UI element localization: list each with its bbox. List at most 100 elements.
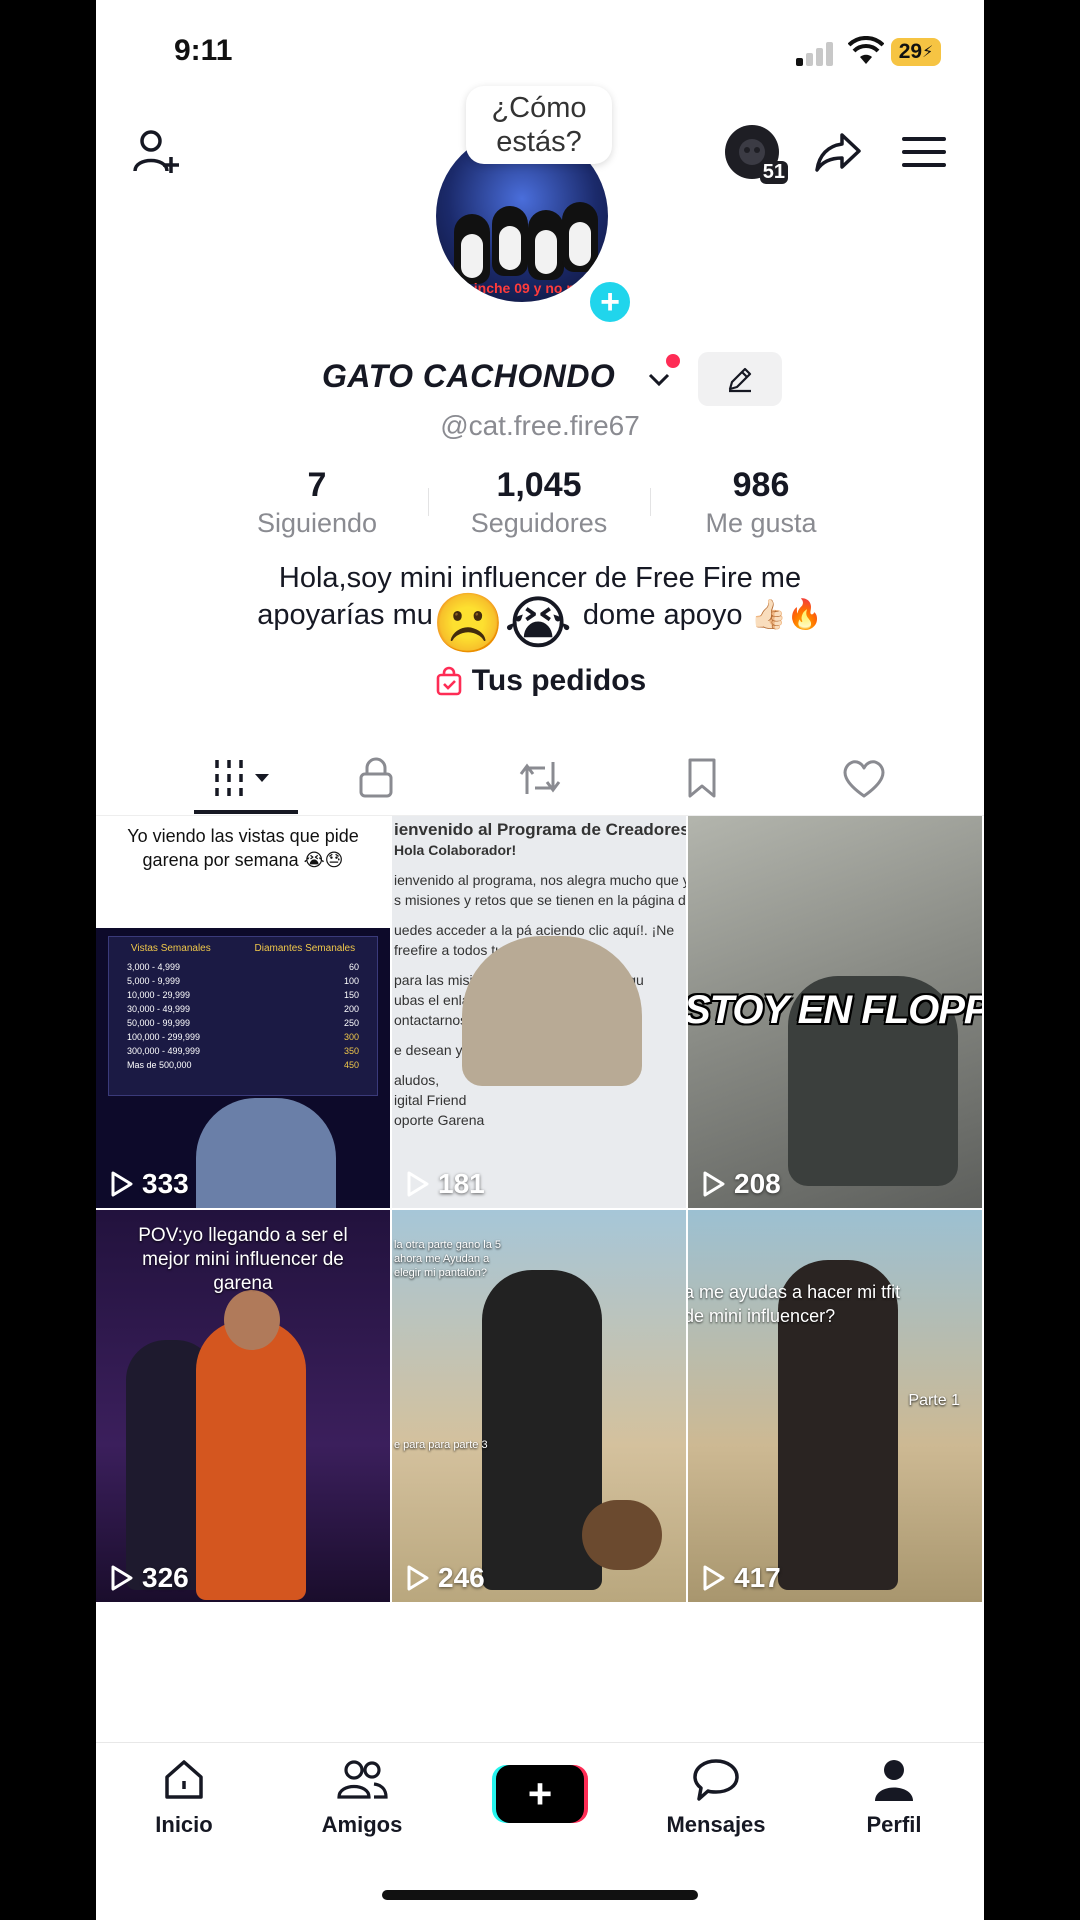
active-tab-indicator <box>194 810 298 814</box>
video-caption: la otra parte gano la 5 ahora me Ayudan … <box>394 1239 502 1279</box>
table-row: 3,000 - 4,999 60 <box>127 960 359 974</box>
table-cell: 350 <box>343 1046 359 1056</box>
overlay-letter: W <box>96 521 125 584</box>
visitors-count: 51 <box>759 161 788 184</box>
play-icon <box>407 1565 429 1591</box>
edit-profile-button[interactable] <box>698 352 782 406</box>
grid-icon <box>215 760 269 796</box>
table-cell: 60 <box>348 962 359 972</box>
table-cell: 10,000 - 29,999 <box>127 990 191 1000</box>
stat-likes[interactable]: 986 Me gusta <box>650 466 872 546</box>
view-count: 246 <box>406 1562 485 1594</box>
home-indicator[interactable] <box>382 1890 698 1900</box>
status-bubble[interactable]: ¿Cómo estás? <box>466 86 612 164</box>
signal-icon <box>796 42 836 66</box>
table-cell: 50,000 - 99,999 <box>127 1018 191 1028</box>
view-count: 181 <box>406 1168 485 1200</box>
video-tile[interactable]: STOY EN FLOPP 208 <box>688 816 982 1208</box>
thumbnail-person <box>462 936 642 1086</box>
doc-line: s misiones y retos que se tienen en la p… <box>394 892 686 908</box>
table-cell: 5,000 - 9,999 <box>127 976 181 986</box>
create-button[interactable]: + <box>492 1765 588 1823</box>
view-count-value: 417 <box>734 1562 781 1593</box>
content-tabs <box>96 740 984 816</box>
stat-followers[interactable]: 1,045 Seguidores <box>428 466 650 546</box>
nav-messages[interactable]: Mensajes <box>656 1757 776 1838</box>
video-tile[interactable]: a me ayudas a hacer mi tfit de mini infl… <box>688 1210 982 1602</box>
video-tile[interactable]: la otra parte gano la 5 ahora me Ayudan … <box>392 1210 686 1602</box>
view-count-value: 326 <box>142 1562 189 1593</box>
video-grid: Yo viendo las vistas que pide garena por… <box>96 816 984 1602</box>
view-count: 417 <box>702 1562 781 1594</box>
display-name[interactable]: GATO CACHONDO <box>322 358 615 395</box>
table-cell: 100 <box>343 976 359 986</box>
tab-reposts[interactable] <box>500 748 580 808</box>
penguin-graphic <box>562 202 598 272</box>
nav-home[interactable]: Inicio <box>124 1757 244 1838</box>
profile-visitors-button[interactable]: 51 <box>720 120 788 184</box>
table-cell: 150 <box>343 990 359 1000</box>
heart-icon <box>843 760 885 798</box>
doc-line: ienvenido al programa, nos alegra mucho … <box>394 872 686 888</box>
video-subcaption: e para para parte 3 <box>394 1439 488 1451</box>
part-label: Parte 1 <box>908 1392 960 1409</box>
nav-friends[interactable]: Amigos <box>302 1757 422 1838</box>
thumbnail-pet <box>582 1500 662 1570</box>
table-header: Diamantes Semanales <box>254 943 356 954</box>
share-profile-button[interactable] <box>808 122 868 182</box>
view-count-value: 208 <box>734 1168 781 1199</box>
table-row: 50,000 - 99,999 250 <box>127 1016 359 1030</box>
table-row: 5,000 - 9,999 100 <box>127 974 359 988</box>
battery-level: 29 <box>898 40 923 63</box>
play-icon <box>111 1171 133 1197</box>
share-icon <box>815 133 861 172</box>
plus-icon: + <box>496 1765 584 1823</box>
add-person-icon <box>133 130 179 173</box>
orders-label: Tus pedidos <box>471 664 647 697</box>
status-time: 9:11 <box>174 34 233 67</box>
video-tile[interactable]: Yo viendo las vistas que pide garena por… <box>96 816 390 1208</box>
following-count: 7 <box>307 466 327 504</box>
doc-title: ienvenido al Programa de Creadores! <box>394 820 686 839</box>
penguin-graphic <box>528 210 564 280</box>
overlay-text: STOY EN FLOPP <box>688 988 982 1032</box>
message-icon <box>693 1759 739 1801</box>
orders-link[interactable]: Tus pedidos <box>96 664 984 698</box>
notification-dot <box>666 354 680 368</box>
table-rows: 3,000 - 4,999 60 5,000 - 9,999 100 10,000 - … <box>109 960 377 1072</box>
table-cell: Mas de 500,000 <box>127 1060 192 1070</box>
nav-profile[interactable]: Perfil <box>834 1757 954 1838</box>
following-label: Siguiendo <box>256 508 378 538</box>
nav-label: Amigos <box>321 1812 403 1837</box>
video-caption: POV:yo llegando a ser el mejor mini infl… <box>138 1225 348 1294</box>
username[interactable]: @cat.free.fire67 <box>96 410 984 442</box>
tab-liked[interactable] <box>824 748 904 808</box>
table-row: 300,000 - 499,999 350 <box>127 1044 359 1058</box>
table-cell: 250 <box>343 1018 359 1028</box>
view-count-value: 246 <box>438 1562 485 1593</box>
profile-screen: 9:11 29 ⚡ 51 pinche 09 y no m + ¿Cómo es… <box>96 0 984 1920</box>
wifi-icon <box>847 35 885 66</box>
add-story-button[interactable]: + <box>586 278 634 326</box>
tab-favorites[interactable] <box>662 748 742 808</box>
table-header: Vistas Semanales <box>130 943 211 954</box>
tab-videos[interactable] <box>206 748 286 808</box>
video-tile[interactable]: POV:yo llegando a ser el mejor mini infl… <box>96 1210 390 1602</box>
stat-following[interactable]: 7 Siguiendo <box>206 466 428 546</box>
add-friend-button[interactable] <box>126 122 186 182</box>
bio-line-2-end: dome apoyo 👍🏻🔥 <box>582 599 823 631</box>
shopping-bag-icon <box>436 666 462 696</box>
table-cell: 200 <box>343 1004 359 1014</box>
video-tile[interactable]: ienvenido al Programa de Creadores! Hola… <box>392 816 686 1208</box>
chevron-down-icon[interactable] <box>644 364 674 394</box>
play-icon <box>703 1171 725 1197</box>
table-cell: 100,000 - 299,999 <box>127 1032 201 1042</box>
view-count: 333 <box>110 1168 189 1200</box>
rewards-table-graphic: Vistas Semanales Diamantes Semanales 3,0… <box>108 936 378 1096</box>
play-icon <box>111 1565 133 1591</box>
nav-label: Perfil <box>866 1812 922 1837</box>
thumbnail-character <box>196 1320 306 1600</box>
view-count: 326 <box>110 1562 189 1594</box>
menu-button[interactable] <box>896 124 952 180</box>
tab-private[interactable] <box>336 748 416 808</box>
